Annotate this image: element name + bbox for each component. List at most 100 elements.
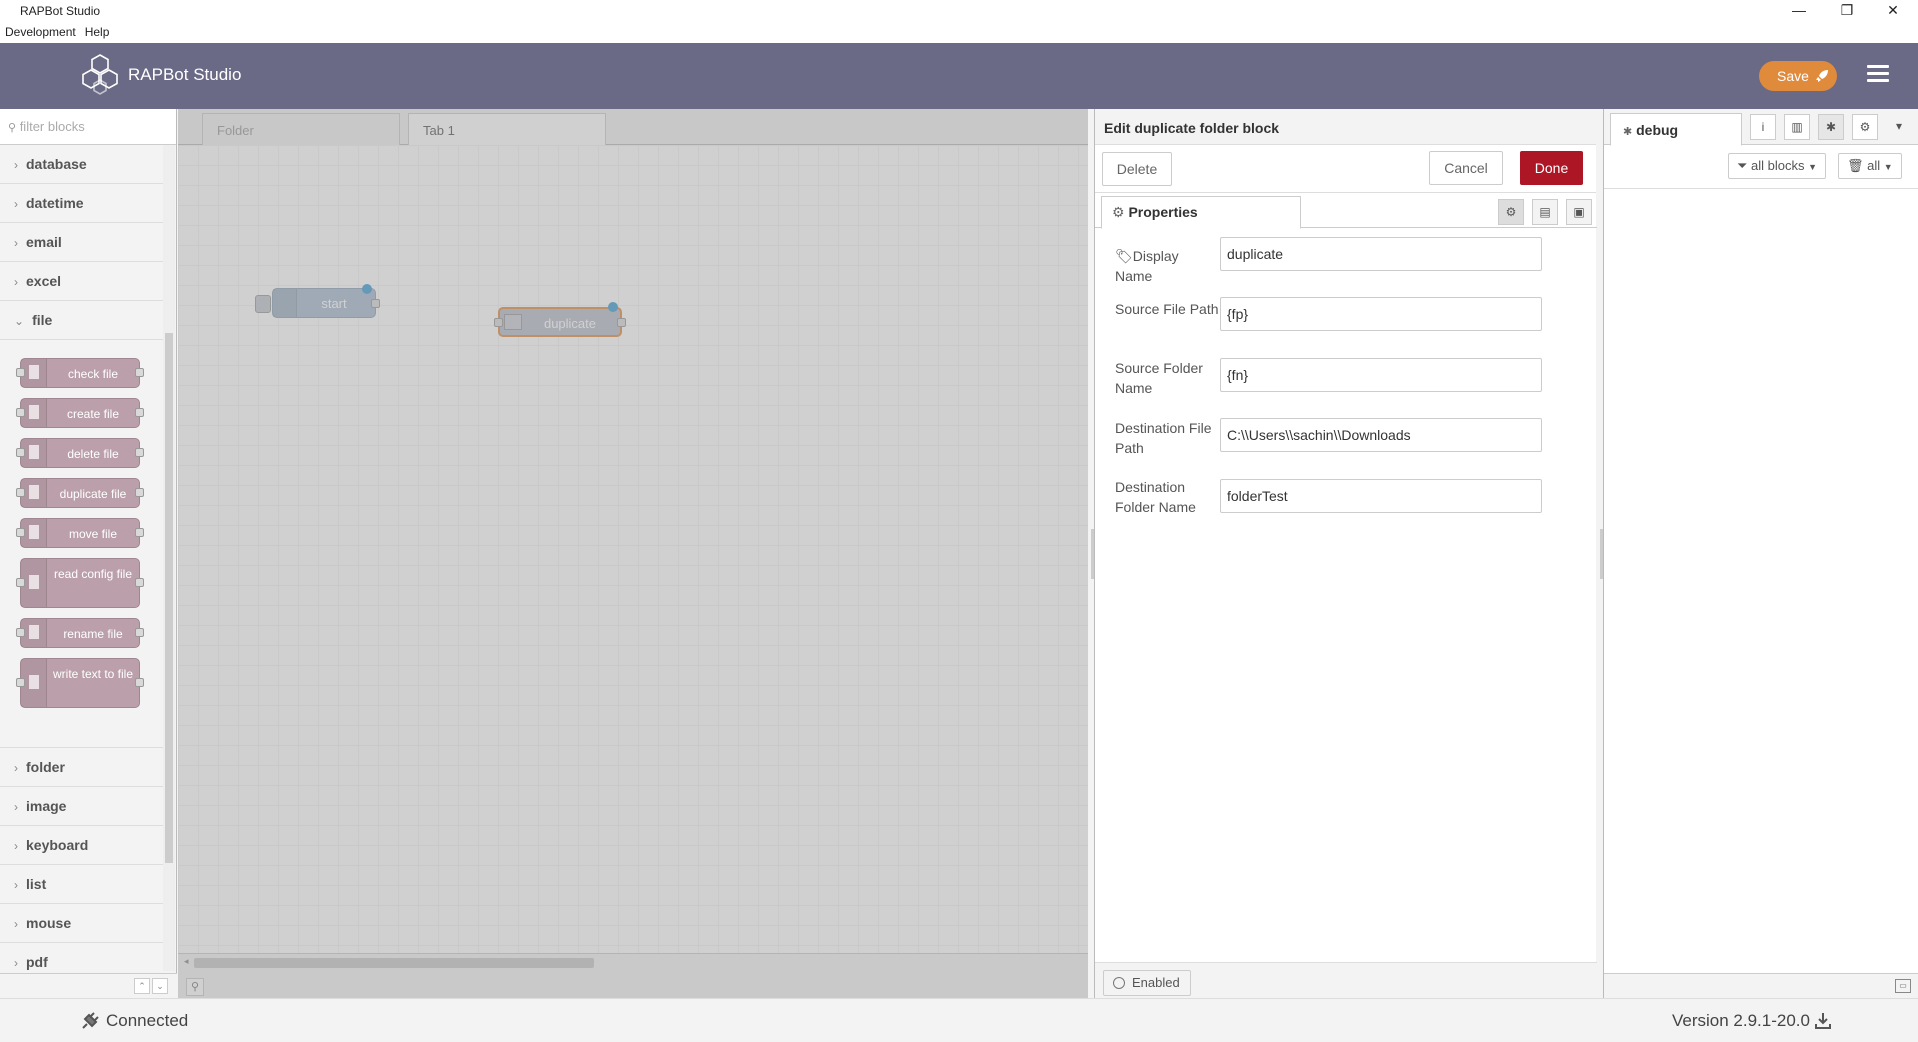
- palette-node-delete-file[interactable]: delete file: [16, 438, 144, 468]
- palette-node-write-text-to-file[interactable]: write text to file: [16, 658, 144, 708]
- restore-icon[interactable]: ❐: [1824, 0, 1870, 22]
- gear-icon[interactable]: ⚙: [1852, 114, 1878, 140]
- palette-node-move-file[interactable]: move file: [16, 518, 144, 548]
- palette-node-read-config-file[interactable]: read config file: [16, 558, 144, 608]
- workspace-overlay: [178, 109, 1088, 998]
- book-icon[interactable]: ▥: [1784, 114, 1810, 140]
- menu-help[interactable]: Help: [80, 22, 114, 39]
- tray-title: Edit duplicate folder block: [1095, 109, 1596, 145]
- chevron-right-icon: ›: [14, 839, 18, 853]
- cancel-button[interactable]: Cancel: [1429, 151, 1503, 185]
- filter-icon: ⏷: [1737, 158, 1748, 173]
- download-icon[interactable]: [1814, 1012, 1832, 1030]
- plug-icon: [82, 1012, 99, 1029]
- category-label: file: [32, 312, 53, 328]
- field-label: Destination Folder Name: [1115, 479, 1196, 515]
- collapse-up-icon[interactable]: ⌃: [134, 978, 150, 994]
- destination-folder-name-input[interactable]: [1220, 479, 1542, 513]
- chevron-right-icon: ›: [14, 917, 18, 931]
- category-label: datetime: [26, 195, 84, 211]
- collapse-down-icon[interactable]: ⌄: [152, 978, 168, 994]
- category-label: folder: [26, 759, 65, 775]
- category-label: email: [26, 234, 62, 250]
- category-label: pdf: [26, 954, 48, 970]
- output-port: [135, 488, 144, 497]
- display-name-input[interactable]: [1220, 237, 1542, 271]
- appearance-icon[interactable]: ▣: [1566, 199, 1592, 225]
- connection-status: Connected: [106, 1011, 189, 1030]
- bug-icon[interactable]: ✱: [1818, 114, 1844, 140]
- category-mouse[interactable]: › mouse: [0, 904, 163, 943]
- category-list[interactable]: › list: [0, 865, 163, 904]
- close-icon[interactable]: ✕: [1870, 0, 1916, 22]
- category-database[interactable]: › database: [0, 145, 163, 184]
- category-label: mouse: [26, 915, 72, 931]
- category-excel[interactable]: › excel: [0, 262, 163, 301]
- scrollbar-thumb[interactable]: [165, 333, 173, 863]
- chevron-right-icon: ›: [14, 800, 18, 814]
- category-keyboard[interactable]: › keyboard: [0, 826, 163, 865]
- filter-label: all blocks: [1751, 158, 1805, 173]
- input-port: [16, 678, 25, 687]
- palette-footer: ⌃ ⌄: [0, 973, 177, 998]
- palette-node-create-file[interactable]: create file: [16, 398, 144, 428]
- destination-file-path-input[interactable]: [1220, 418, 1542, 452]
- clear-dropdown[interactable]: 🗑 all ▼: [1838, 153, 1902, 179]
- category-file[interactable]: ⌄ file: [0, 301, 163, 340]
- node-label: read config file: [53, 567, 133, 581]
- edit-tray: Edit duplicate folder block Delete Cance…: [1091, 109, 1597, 998]
- palette-node-duplicate-file[interactable]: duplicate file: [16, 478, 144, 508]
- output-port: [135, 448, 144, 457]
- search-icon: ⚲: [8, 122, 17, 134]
- info-icon[interactable]: i: [1750, 114, 1776, 140]
- tab-properties[interactable]: ⚙ Properties: [1101, 196, 1301, 229]
- settings-icon[interactable]: ⚙: [1498, 199, 1524, 225]
- save-label: Save: [1777, 68, 1809, 84]
- source-folder-name-input[interactable]: [1220, 358, 1542, 392]
- source-file-path-input[interactable]: [1220, 297, 1542, 331]
- tray-resize-handle[interactable]: [1091, 529, 1094, 579]
- category-folder[interactable]: › folder: [0, 748, 163, 787]
- block-palette: ⚲ filter blocks › database › datetime › ema…: [0, 109, 177, 998]
- delete-button[interactable]: Delete: [1102, 152, 1172, 186]
- category-email[interactable]: › email: [0, 223, 163, 262]
- output-port: [135, 368, 144, 377]
- category-datetime[interactable]: › datetime: [0, 184, 163, 223]
- minimize-icon[interactable]: —: [1776, 0, 1822, 22]
- category-label: list: [26, 876, 47, 892]
- file-block-list: check file create file delete file dupli…: [0, 340, 163, 748]
- category-image[interactable]: › image: [0, 787, 163, 826]
- menu-development[interactable]: Development: [0, 22, 80, 39]
- tab-debug[interactable]: ✱ debug: [1610, 113, 1742, 146]
- palette-node-rename-file[interactable]: rename file: [16, 618, 144, 648]
- palette-scrollbar[interactable]: [163, 145, 175, 971]
- brand-name: RAPBot Studio: [128, 65, 242, 84]
- output-port: [135, 528, 144, 537]
- trash-icon: 🗑: [1847, 158, 1864, 173]
- filter-dropdown[interactable]: ⏷ all blocks ▼: [1728, 153, 1827, 179]
- chevron-down-icon[interactable]: ▾: [1886, 114, 1912, 140]
- input-port: [16, 488, 25, 497]
- save-button[interactable]: Save: [1759, 61, 1837, 91]
- enabled-toggle[interactable]: Enabled: [1103, 970, 1191, 996]
- category-label: database: [26, 156, 87, 172]
- hamburger-icon[interactable]: [1867, 65, 1889, 85]
- chevron-right-icon: ›: [14, 878, 18, 892]
- output-port: [135, 408, 144, 417]
- clear-label: all: [1867, 158, 1881, 173]
- palette-node-check-file[interactable]: check file: [16, 358, 144, 388]
- sidebar-resize-handle[interactable]: [1600, 529, 1603, 579]
- field-label: Source Folder Name: [1115, 360, 1203, 396]
- node-label: check file: [67, 367, 119, 381]
- palette-search[interactable]: ⚲ filter blocks: [0, 109, 176, 145]
- palette-search-input[interactable]: filter blocks: [20, 119, 85, 134]
- node-label: duplicate file: [59, 487, 127, 501]
- caret-down-icon: ▼: [1883, 162, 1893, 172]
- debug-toolbar: ⏷ all blocks ▼ 🗑 all ▼: [1604, 145, 1918, 189]
- input-port: [16, 448, 25, 457]
- monitor-icon[interactable]: ▭: [1895, 979, 1911, 993]
- field-label: 🏷Display Name: [1115, 248, 1179, 284]
- done-button[interactable]: Done: [1520, 151, 1583, 185]
- description-icon[interactable]: ▤: [1532, 199, 1558, 225]
- status-bar: Connected Version 2.9.1-20.0: [0, 998, 1918, 1042]
